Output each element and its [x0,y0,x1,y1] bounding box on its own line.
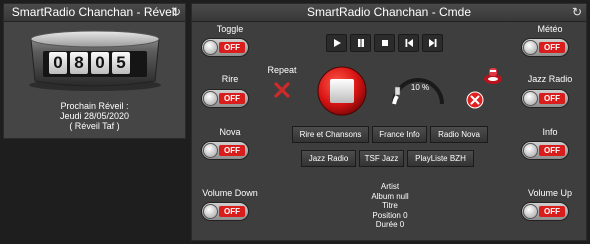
clock-display: 0 8 0 5 [49,52,130,74]
toggle-switch[interactable]: OFF [201,38,249,57]
radio-preset-button[interactable]: Rire et Chansons [292,126,369,143]
info-switch[interactable]: OFF [521,141,569,160]
jazz-radio-switch[interactable]: OFF [521,89,569,108]
next-alarm-date: Jeudi 28/05/2020 [59,111,130,121]
meteo-label: Météo [537,24,563,34]
next-button[interactable] [422,34,443,52]
track-info: Artist Album null Titre Position 0 Durée… [337,182,443,230]
reveil-title-bar: SmartRadio Chanchan - Réveil ↻ [4,4,185,22]
toggle-label: Toggle [216,24,244,34]
volume-down-label: Volume Down [202,188,258,198]
close-circle-icon[interactable] [466,91,484,109]
clock-digit: 5 [112,52,130,74]
switch-knob [203,40,218,55]
switch-state: OFF [539,145,565,156]
switch-state: OFF [219,206,245,217]
clock-digit: 0 [49,52,67,74]
next-icon [428,39,436,47]
radio-preset-button[interactable]: TSF Jazz [359,150,404,167]
rire-switch[interactable]: OFF [201,89,249,108]
switch-knob [523,40,538,55]
track-position: Position 0 [372,210,408,220]
info-label: Info [542,127,558,137]
stop-button[interactable] [374,34,395,52]
radio-preset-button[interactable]: Jazz Radio [301,150,356,167]
radio-preset-button[interactable]: France Info [372,126,427,143]
volume-value: 10 % [410,83,430,92]
rire-label: Rire [221,74,239,84]
nova-label: Nova [219,127,241,137]
cmde-panel: SmartRadio Chanchan - Cmde ↻ Toggle OFF … [191,3,587,241]
clock-digit: 8 [70,52,88,74]
switch-knob [523,143,538,158]
volume-up-switch[interactable]: OFF [521,202,569,221]
nova-switch[interactable]: OFF [201,141,249,160]
switch-knob [523,204,538,219]
volume-up-label: Volume Up [527,188,573,198]
volume-down-switch[interactable]: OFF [201,202,249,221]
cmde-refresh-icon[interactable]: ↻ [572,4,582,21]
alarm-siren-icon[interactable] [482,64,504,86]
reveil-refresh-icon[interactable]: ↻ [171,4,181,21]
play-button[interactable] [326,34,347,52]
switch-knob [203,143,218,158]
meteo-switch[interactable]: OFF [521,38,569,57]
switch-state: OFF [219,145,245,156]
switch-state: OFF [539,42,565,53]
previous-button[interactable] [398,34,419,52]
previous-icon [405,39,413,47]
track-title: Titre [382,201,398,210]
repeat-label: Repeat [267,65,297,75]
switch-state: OFF [539,93,565,104]
switch-knob [523,91,538,106]
track-duration: Durée 0 [375,220,405,229]
repeat-x-icon[interactable] [274,82,290,98]
track-album: Album null [371,191,409,201]
radio-preset-button[interactable]: PlayListe BZH [407,150,474,167]
big-stop-button[interactable] [317,66,367,116]
cmde-title-bar: SmartRadio Chanchan - Cmde ↻ [192,4,586,22]
switch-knob [203,204,218,219]
switch-knob [203,91,218,106]
stop-icon [381,40,388,46]
next-alarm-label: Prochain Réveil : [60,101,129,111]
switch-state: OFF [219,42,245,53]
next-alarm-info: Prochain Réveil : Jeudi 28/05/2020 ( Rév… [4,101,185,131]
jazz-radio-label: Jazz Radio [527,74,573,84]
switch-state: OFF [539,206,565,217]
pause-icon [357,39,364,47]
next-alarm-name: ( Réveil Taf ) [69,121,120,131]
track-artist: Artist [380,182,400,191]
reveil-title: SmartRadio Chanchan - Réveil [11,5,178,19]
radio-preset-button[interactable]: Radio Nova [430,126,488,143]
reveil-panel: SmartRadio Chanchan - Réveil ↻ 0 8 0 5 P… [3,3,186,139]
cmde-title: SmartRadio Chanchan - Cmde [306,5,472,19]
play-icon [333,39,341,47]
clock-digit: 0 [91,52,109,74]
volume-handle[interactable] [394,86,401,96]
pause-button[interactable] [350,34,371,52]
switch-state: OFF [219,93,245,104]
